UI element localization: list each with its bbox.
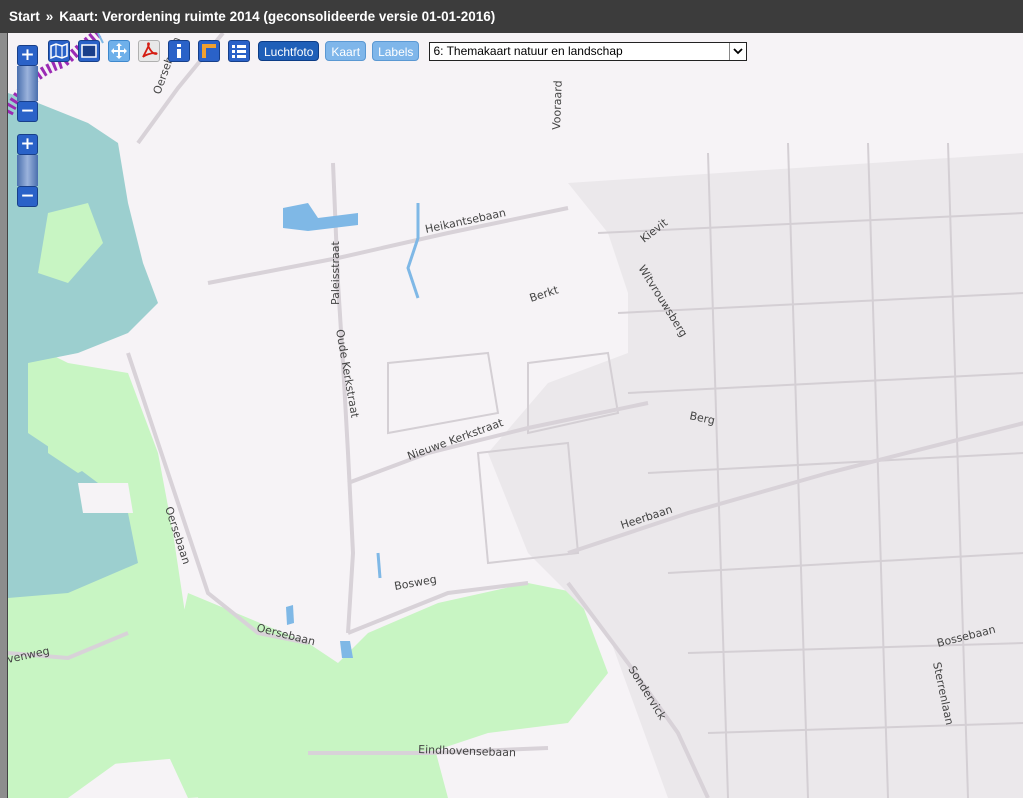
map-toolbar: Luchtfoto Kaart Labels 6: Themakaart nat…	[48, 38, 748, 64]
street-label: Bosweg	[393, 573, 437, 593]
map-overview-icon	[50, 43, 68, 59]
layer-button-kaart[interactable]: Kaart	[325, 41, 367, 61]
chevron-down-icon[interactable]	[729, 42, 747, 60]
road-heikantsebaan	[207, 206, 569, 285]
zoom-in-button-secondary[interactable]: +	[17, 134, 38, 155]
start-link[interactable]: Start	[9, 0, 40, 33]
zoom-slider-track[interactable]	[17, 66, 38, 101]
legend-button[interactable]	[228, 40, 250, 62]
pan-button[interactable]	[108, 40, 130, 62]
info-icon	[177, 44, 181, 58]
pdf-export-button[interactable]	[138, 40, 160, 62]
pan-icon	[111, 43, 127, 59]
street-label: Vooraard	[550, 80, 565, 130]
breadcrumb-separator: »	[45, 9, 54, 24]
water-pond-3	[340, 641, 353, 658]
nature-area-bottom	[198, 723, 448, 798]
water-pond-2	[286, 605, 294, 625]
teal-inner-white	[78, 483, 133, 513]
theme-select[interactable]: 6: Themakaart natuur en landschap	[429, 41, 748, 61]
water-pond-1	[283, 203, 358, 231]
water-stream-1	[406, 203, 420, 299]
zoom-out-button-secondary[interactable]: −	[17, 186, 38, 207]
measure-icon	[202, 44, 216, 58]
zoom-control-bottom: + −	[17, 134, 39, 207]
zoom-in-button[interactable]: +	[17, 45, 38, 66]
street-grid-block-b	[387, 351, 500, 435]
layer-button-labels[interactable]: Labels	[372, 41, 420, 61]
street-label: Heikantsebaan	[424, 206, 507, 236]
title-bar: Start » Kaart: Verordening ruimte 2014 (ge…	[0, 0, 1023, 33]
street-label: Oude Kerkstraat	[333, 328, 361, 419]
zoom-out-button[interactable]: −	[17, 101, 38, 122]
zoom-slider-secondary[interactable]	[17, 155, 38, 186]
layer-button-luchtfoto[interactable]: Luchtfoto	[258, 41, 320, 61]
street-label: Paleisstraat	[329, 240, 342, 305]
legend-list-icon	[232, 45, 246, 58]
map-overview-button[interactable]	[48, 40, 70, 62]
info-button[interactable]	[168, 40, 190, 62]
street-label: Berkt	[528, 283, 561, 305]
pdf-icon	[142, 42, 158, 58]
zoom-box-button[interactable]	[78, 40, 100, 62]
map-view[interactable]: Oersebaan Vooraard Heikantsebaan Kievit …	[7, 33, 1023, 798]
water-stream-2	[376, 552, 382, 579]
zoom-control-top: + −	[17, 45, 39, 122]
map-canvas[interactable]: Oersebaan Vooraard Heikantsebaan Kievit …	[8, 33, 1023, 798]
page-title: Kaart: Verordening ruimte 2014 (geconsol…	[59, 9, 496, 24]
zoom-box-icon	[81, 44, 97, 58]
theme-select-value: 6: Themakaart natuur en landschap	[433, 43, 623, 58]
measure-button[interactable]	[198, 40, 220, 62]
nature-area-southwest	[8, 653, 178, 798]
